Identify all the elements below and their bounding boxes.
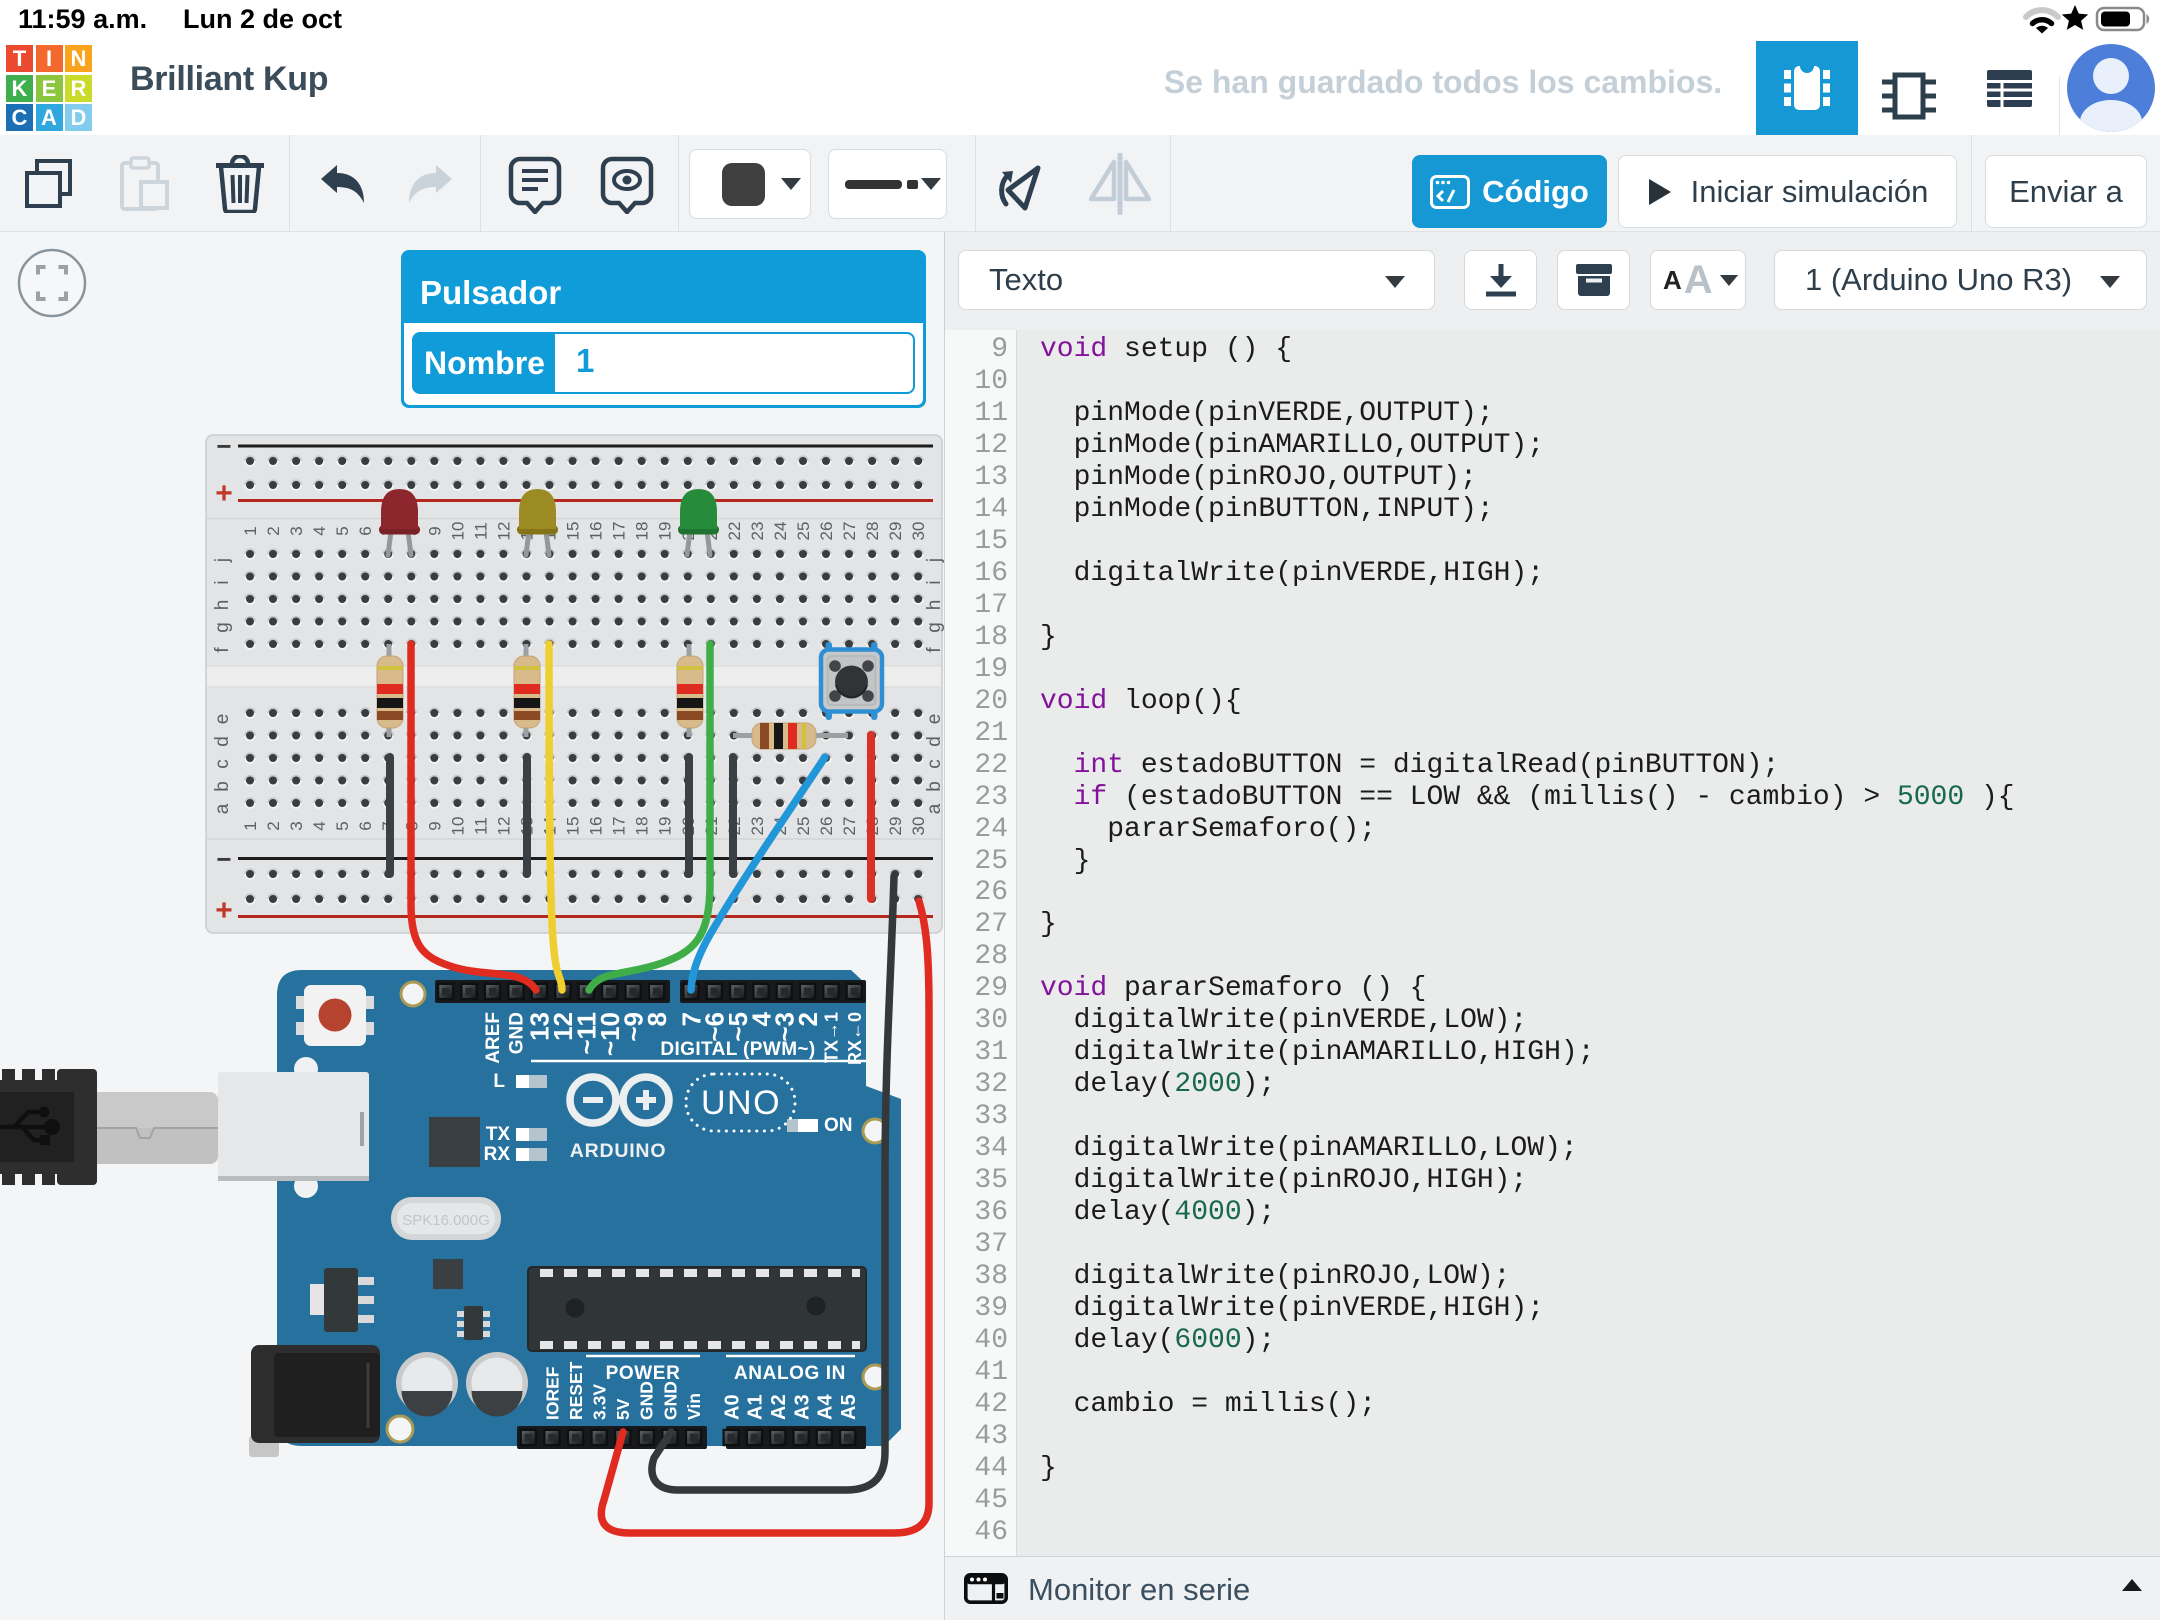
- svg-text:17: 17: [610, 817, 629, 836]
- svg-text:19: 19: [656, 817, 675, 836]
- svg-text:4: 4: [310, 526, 329, 535]
- svg-text:A5: A5: [838, 1394, 860, 1420]
- svg-text:5: 5: [333, 526, 352, 535]
- svg-text:26: 26: [817, 522, 836, 541]
- svg-text:i: i: [924, 580, 944, 584]
- svg-text:TX: TX: [486, 1124, 511, 1145]
- svg-text:h: h: [212, 600, 233, 611]
- svg-text:16: 16: [587, 522, 606, 541]
- svg-text:9: 9: [425, 526, 444, 535]
- svg-text:8: 8: [642, 1012, 672, 1026]
- svg-text:5: 5: [333, 821, 352, 830]
- svg-text:29: 29: [886, 817, 905, 836]
- svg-text:25: 25: [794, 522, 813, 541]
- svg-text:ON: ON: [824, 1115, 853, 1136]
- svg-text:16: 16: [587, 817, 606, 836]
- svg-text:ARDUINO: ARDUINO: [570, 1140, 667, 1162]
- svg-text:RX←0: RX←0: [845, 1012, 865, 1065]
- svg-text:9: 9: [425, 821, 444, 830]
- svg-text:j: j: [212, 558, 233, 563]
- svg-text:3: 3: [287, 821, 306, 830]
- svg-text:A1: A1: [745, 1394, 767, 1420]
- svg-text:IOREF: IOREF: [542, 1366, 562, 1420]
- svg-text:30: 30: [909, 522, 928, 541]
- svg-text:SPK16.000G: SPK16.000G: [402, 1212, 490, 1229]
- svg-text:f: f: [924, 647, 944, 653]
- svg-text:TX→1: TX→1: [821, 1012, 841, 1063]
- svg-text:18: 18: [633, 817, 652, 836]
- svg-text:A3: A3: [791, 1394, 813, 1420]
- svg-text:−: −: [216, 431, 231, 461]
- svg-text:+: +: [215, 894, 233, 927]
- svg-text:15: 15: [564, 817, 583, 836]
- svg-text:d: d: [212, 736, 233, 747]
- svg-text:17: 17: [610, 522, 629, 541]
- svg-text:h: h: [924, 600, 944, 611]
- svg-text:GND: GND: [637, 1381, 657, 1420]
- svg-text:A0: A0: [721, 1394, 743, 1420]
- svg-text:2: 2: [264, 526, 283, 535]
- svg-text:30: 30: [909, 817, 928, 836]
- svg-text:18: 18: [633, 522, 652, 541]
- svg-text:2: 2: [793, 1012, 823, 1026]
- svg-text:23: 23: [748, 522, 767, 541]
- svg-text:23: 23: [748, 817, 767, 836]
- svg-text:DIGITAL (PWM~): DIGITAL (PWM~): [660, 1039, 815, 1060]
- svg-text:27: 27: [840, 817, 859, 836]
- svg-text:b: b: [212, 781, 233, 792]
- svg-text:19: 19: [656, 522, 675, 541]
- svg-text:GND: GND: [660, 1381, 680, 1420]
- svg-text:1: 1: [241, 821, 260, 830]
- svg-text:6: 6: [356, 821, 375, 830]
- svg-text:RESET: RESET: [566, 1361, 586, 1420]
- svg-text:12: 12: [494, 522, 513, 541]
- svg-text:6: 6: [356, 526, 375, 535]
- svg-text:4: 4: [310, 821, 329, 830]
- svg-text:g: g: [924, 622, 944, 633]
- svg-text:15: 15: [564, 522, 583, 541]
- svg-text:10: 10: [448, 817, 467, 836]
- svg-text:RX: RX: [484, 1144, 511, 1165]
- svg-text:POWER: POWER: [606, 1363, 681, 1384]
- svg-text:+: +: [215, 477, 233, 510]
- svg-text:28: 28: [863, 522, 882, 541]
- svg-text:A4: A4: [815, 1394, 837, 1420]
- svg-text:e: e: [924, 714, 944, 725]
- svg-text:ANALOG IN: ANALOG IN: [734, 1363, 846, 1384]
- svg-text:c: c: [212, 759, 233, 769]
- svg-text:a: a: [212, 803, 233, 814]
- svg-text:e: e: [212, 714, 233, 725]
- svg-text:1: 1: [241, 526, 260, 535]
- svg-text:11: 11: [471, 522, 490, 540]
- svg-text:11: 11: [471, 817, 490, 835]
- svg-text:i: i: [212, 580, 233, 584]
- svg-text:12: 12: [494, 817, 513, 836]
- svg-text:c: c: [924, 759, 944, 769]
- svg-text:d: d: [924, 736, 944, 747]
- svg-text:26: 26: [817, 817, 836, 836]
- svg-text:29: 29: [886, 522, 905, 541]
- svg-text:2: 2: [264, 821, 283, 830]
- svg-text:−: −: [216, 844, 231, 874]
- svg-text:AREF: AREF: [483, 1012, 504, 1064]
- svg-text:10: 10: [448, 522, 467, 541]
- svg-text:b: b: [924, 781, 944, 792]
- svg-text:f: f: [212, 647, 233, 653]
- svg-text:22: 22: [725, 522, 744, 541]
- svg-text:3: 3: [287, 526, 306, 535]
- svg-text:UNO: UNO: [701, 1084, 781, 1122]
- svg-text:25: 25: [794, 817, 813, 836]
- svg-text:a: a: [924, 803, 944, 814]
- svg-text:A2: A2: [768, 1394, 790, 1420]
- svg-text:27: 27: [840, 522, 859, 541]
- svg-text:24: 24: [771, 522, 790, 541]
- svg-text:5V: 5V: [613, 1398, 633, 1420]
- svg-text:g: g: [212, 622, 233, 633]
- svg-text:L: L: [493, 1071, 505, 1092]
- svg-text:j: j: [924, 558, 944, 563]
- svg-text:3.3V: 3.3V: [590, 1384, 610, 1420]
- svg-text:Vin: Vin: [684, 1393, 704, 1420]
